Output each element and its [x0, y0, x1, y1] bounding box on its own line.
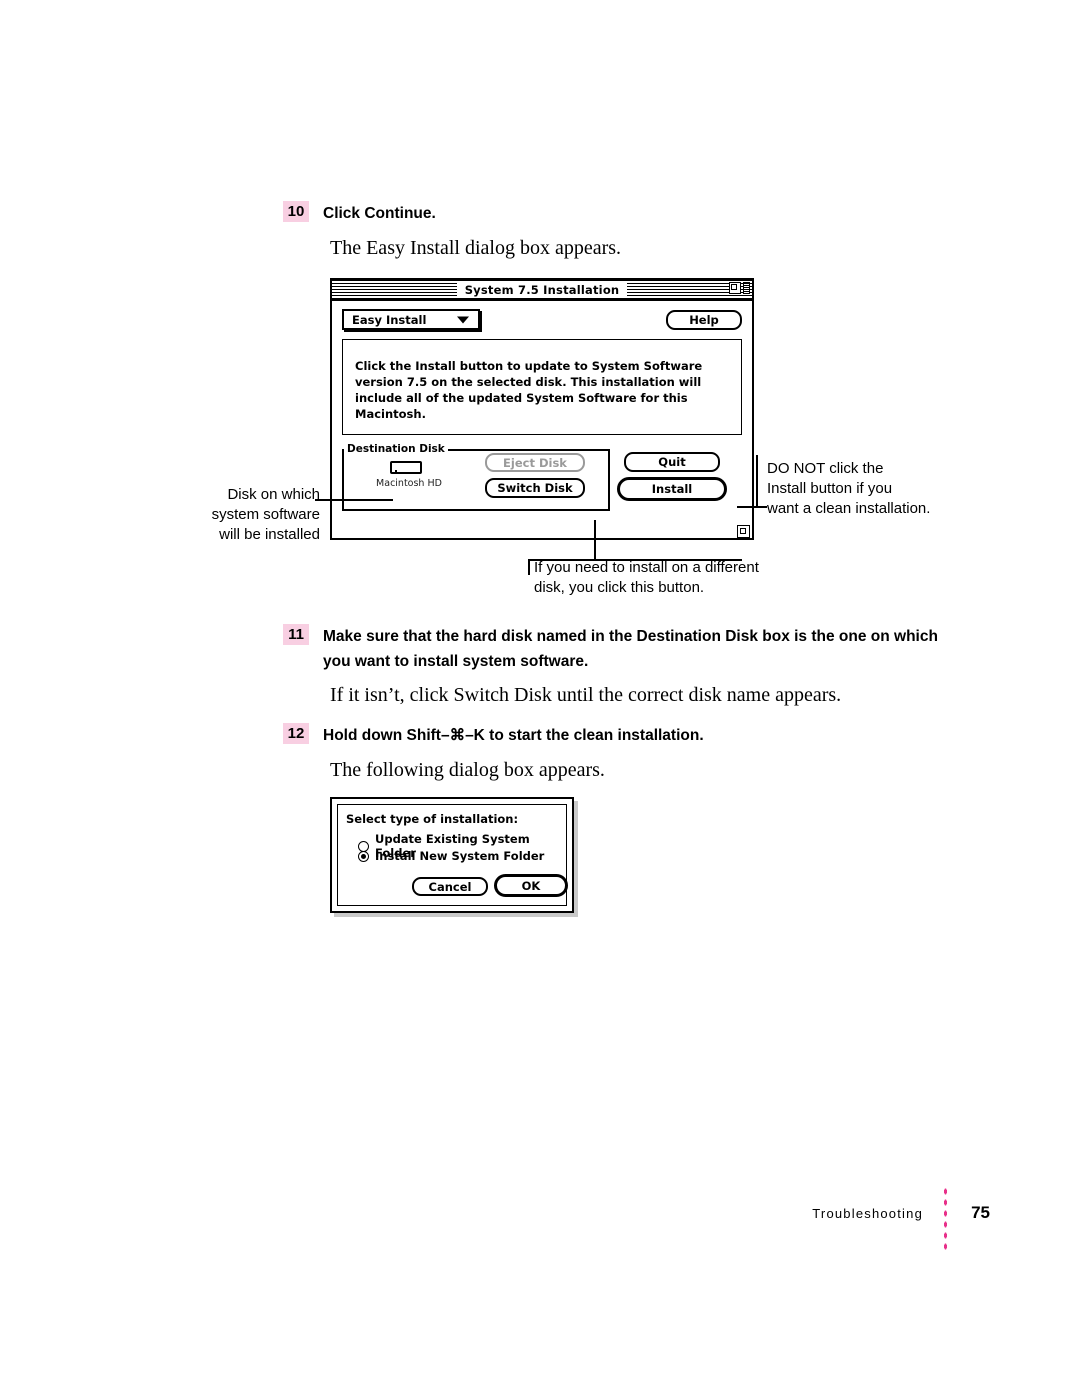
callout-bottom-connector-tick: [528, 559, 530, 575]
callout-bottom-connector-vertical: [594, 520, 596, 560]
collapse-box-icon[interactable]: [743, 282, 750, 294]
window-body: Easy Install Help Click the Install butt…: [332, 301, 752, 540]
install-mode-popup-menu[interactable]: Easy Install: [342, 309, 480, 330]
footer-page-number: 75: [971, 1203, 990, 1222]
callout-right-connector-stub: [737, 506, 767, 508]
callout-right-line-2: Install button if you: [767, 480, 893, 497]
installer-message-panel: Click the Install button to update to Sy…: [342, 339, 742, 435]
cancel-button[interactable]: Cancel: [412, 877, 488, 896]
step-11: 11 Make sure that the hard disk named in…: [283, 624, 963, 674]
eject-disk-button[interactable]: Eject Disk: [485, 453, 585, 472]
step-10-body: The Easy Install dialog box appears.: [330, 237, 622, 259]
callout-left-connector: [315, 499, 393, 501]
step-10-text: Click Continue.: [323, 205, 436, 222]
step-11-body: If it isn’t, click Switch Disk until the…: [330, 684, 842, 706]
install-button[interactable]: Install: [617, 477, 727, 501]
zoom-box-icon[interactable]: [729, 282, 741, 294]
ok-button[interactable]: OK: [494, 874, 568, 897]
window-controls: [729, 282, 750, 294]
callout-right-connector-vertical: [756, 455, 758, 507]
window-titlebar[interactable]: System 7.5 Installation: [332, 280, 752, 301]
callout-left: Disk on which system software will be in…: [188, 485, 320, 545]
help-button[interactable]: Help: [666, 310, 742, 330]
installer-window: System 7.5 Installation Easy Install Hel…: [330, 278, 754, 540]
radio-install-new-label: Install New System Folder: [375, 849, 545, 863]
footer-dot-divider: [943, 1186, 948, 1250]
step-11-number: 11: [283, 624, 309, 645]
destination-disk-group-label: Destination Disk: [344, 443, 448, 455]
callout-right: DO NOT click the Install button if you w…: [767, 459, 967, 519]
destination-disk-name: Macintosh HD: [376, 478, 442, 489]
install-mode-popup-label: Easy Install: [352, 312, 427, 327]
step-11-text: Make sure that the hard disk named in th…: [323, 628, 938, 670]
callout-bottom-line-2: disk, you click this button.: [534, 579, 705, 596]
quit-button[interactable]: Quit: [624, 452, 720, 472]
callout-left-line-1: Disk on which: [227, 486, 320, 503]
window-title: System 7.5 Installation: [456, 282, 628, 297]
callout-right-line-1: DO NOT click the: [767, 460, 884, 477]
callout-left-line-3: will be installed: [219, 526, 320, 543]
callout-left-line-2: system software: [211, 506, 320, 523]
switch-disk-button[interactable]: Switch Disk: [485, 478, 585, 498]
grow-box-icon[interactable]: [737, 525, 750, 538]
radio-install-new[interactable]: Install New System Folder: [358, 849, 544, 863]
installer-message-text: Click the Install button to update to Sy…: [355, 359, 703, 421]
hard-disk-icon: [390, 461, 422, 474]
step-10-number: 10: [283, 201, 309, 222]
step-12-number: 12: [283, 723, 309, 744]
clean-install-dialog: Select type of installation: Update Exis…: [330, 797, 574, 913]
callout-right-line-3: want a clean installation.: [767, 500, 931, 517]
callout-bottom-line-1: If you need to install on a different: [534, 559, 759, 576]
page-footer: Troubleshooting 75: [0, 1186, 1080, 1250]
step-12: 12 Hold down Shift–⌘–K to start the clea…: [283, 723, 963, 748]
chevron-down-icon: [457, 316, 469, 323]
callout-bottom: If you need to install on a different di…: [534, 558, 794, 598]
step-10: 10 Click Continue.: [283, 201, 943, 226]
dialog-title: Select type of installation:: [346, 812, 519, 826]
step-12-body: The following dialog box appears.: [330, 759, 605, 781]
radio-button-selected-icon[interactable]: [358, 850, 369, 862]
footer-chapter-label: Troubleshooting: [812, 1206, 923, 1221]
step-12-text: Hold down Shift–⌘–K to start the clean i…: [323, 727, 704, 744]
